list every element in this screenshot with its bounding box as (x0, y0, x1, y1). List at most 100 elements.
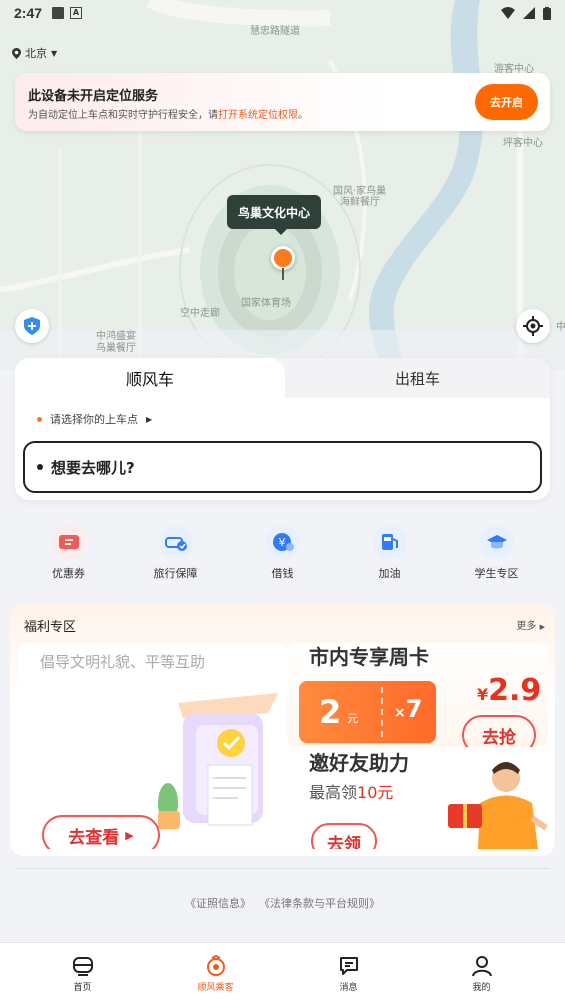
svg-text:¥: ¥ (278, 536, 285, 549)
service-label: 旅行保障 (153, 567, 198, 580)
city-name: 北京 (25, 47, 47, 60)
pickup-dot-icon (37, 416, 42, 422)
service-coupon[interactable]: 优惠券 (15, 525, 122, 585)
invite-sub-prefix: 最高领 (309, 783, 358, 802)
safety-shield-button[interactable] (15, 309, 49, 343)
service-shortcuts: 优惠券 旅行保障 ¥ 借钱 加油 学生专区 (15, 525, 550, 585)
home-car-icon (72, 957, 93, 976)
enable-location-button[interactable]: 去开启 (475, 84, 538, 120)
invite-sub-amount: 10元 (357, 783, 394, 802)
map-view[interactable]: 慧忠路隧道 游客中心 国风·家鸟巢 海鲜餐厅 空中走廊 国家体育场 中鸿盛宴 鸟… (0, 0, 565, 370)
weekly-pass-ticket: 2 元 ×7 (299, 681, 436, 743)
open-location-settings-link[interactable]: 打开系统定位权限 (218, 110, 298, 121)
destination-input[interactable]: 想要去哪儿? (23, 441, 542, 493)
pickup-selector[interactable]: 请选择你的上车点 ▶ (37, 411, 152, 427)
weekly-pass-price: ¥2.9 (477, 673, 541, 708)
claim-button[interactable]: 去领 (311, 823, 377, 849)
grab-button[interactable]: 去抢 (462, 715, 536, 747)
shield-plus-icon (24, 317, 40, 335)
map-pin-icon (271, 246, 295, 270)
map-pin-stem (282, 268, 284, 280)
chevron-right-icon: ▶ (146, 414, 153, 424)
promo-card-civility[interactable]: 倡导文明礼貌、平等互助 去查看 ▶ (18, 643, 288, 849)
legal-links: 《证照信息》 《法律条款与平台规则》 (0, 895, 565, 911)
city-selector[interactable]: 北京 ▼ (12, 45, 57, 61)
destination-placeholder: 想要去哪儿? (51, 458, 135, 477)
service-fuel[interactable]: 加油 (336, 525, 443, 585)
invite-headline: 邀好友助力 (309, 751, 409, 775)
ride-tabs: 顺风车 出租车 (15, 358, 550, 398)
wifi-icon (501, 7, 515, 19)
welfare-more-link[interactable]: 更多 ▶ (516, 617, 545, 632)
graduation-cap-icon (479, 525, 514, 559)
locate-me-button[interactable] (516, 309, 550, 343)
promo-card-invite[interactable]: 邀好友助力 最高领10元 去领 (287, 748, 548, 849)
notification-a-icon: A (70, 7, 83, 19)
person-gift-illustration (448, 762, 548, 849)
banner-description: 为自动定位上车点和实时守护行程安全，请打开系统定位权限。 (28, 106, 308, 121)
tab-taxi[interactable]: 出租车 (285, 358, 550, 398)
banner-title: 此设备未开启定位服务 (28, 89, 159, 104)
map-label-corridor: 空中走廊 (180, 308, 220, 319)
status-time: 2:47 (14, 5, 43, 21)
passenger-icon (206, 955, 225, 976)
car-shield-icon (158, 525, 193, 559)
destination-dot-icon (37, 464, 43, 470)
weekly-pass-headline: 市内专享周卡 (309, 645, 429, 669)
welfare-section: 福利专区 更多 ▶ 倡导文明礼貌、平等互助 去查看 ▶ 市内专享周卡 2 元 ×… (10, 603, 555, 856)
map-label-nest-restaurant: 鸟巢餐厅 (96, 343, 136, 354)
map-label-center: 坪客中心 (503, 138, 543, 149)
play-arrow-icon: ▶ (125, 828, 134, 842)
service-loan[interactable]: ¥ 借钱 (229, 525, 336, 585)
nav-label: 顺风乘客 (197, 983, 234, 993)
view-button[interactable]: 去查看 ▶ (42, 815, 160, 849)
nav-profile[interactable]: 我的 (415, 943, 548, 1004)
tab-carpool[interactable]: 顺风车 (15, 358, 285, 398)
nav-label: 我的 (472, 983, 491, 993)
pickup-prompt: 请选择你的上车点 (50, 413, 138, 426)
yuan-icon: ¥ (265, 525, 300, 559)
location-pin-icon (12, 47, 21, 59)
service-label: 加油 (378, 567, 401, 580)
nav-home[interactable]: 首页 (16, 943, 149, 1004)
nav-messages[interactable]: 消息 (282, 943, 415, 1004)
ride-request-card: 顺风车 出租车 请选择你的上车点 ▶ 想要去哪儿? (15, 358, 550, 500)
map-label-stadium: 国家体育场 (241, 298, 291, 309)
terms-link[interactable]: 《法律条款与平台规则》 (259, 895, 380, 911)
service-label: 借钱 (271, 567, 294, 580)
message-icon (339, 957, 358, 975)
promo-card-weekly-pass[interactable]: 市内专享周卡 2 元 ×7 ¥2.9 去抢 (287, 643, 548, 747)
pickup-point-tooltip[interactable]: 鸟巢文化中心 (227, 195, 322, 235)
service-student[interactable]: 学生专区 (443, 525, 550, 585)
view-button-label: 去查看 (68, 827, 120, 848)
status-bar: 2:47 A (0, 0, 565, 26)
coupon-icon (51, 525, 86, 559)
invite-subtitle: 最高领10元 (309, 779, 393, 803)
service-label: 学生专区 (474, 567, 519, 580)
nav-label: 消息 (339, 983, 358, 993)
map-label-restaurant2: 海鲜餐厅 (340, 197, 380, 208)
nav-passenger[interactable]: 顺风乘客 (149, 943, 282, 1004)
license-info-link[interactable]: 《证照信息》 (185, 895, 251, 911)
welfare-title: 福利专区 (24, 620, 77, 635)
ticket-value: 2 (319, 693, 342, 731)
profile-icon (471, 956, 492, 977)
map-graphics (0, 0, 565, 370)
banner-desc-text: 为自动定位上车点和实时守护行程安全，请 (28, 110, 218, 121)
service-travel-protection[interactable]: 旅行保障 (122, 525, 229, 585)
yen-symbol: ¥ (477, 685, 489, 704)
signal-icon (523, 7, 535, 19)
ticket-divider (381, 687, 383, 737)
section-divider (15, 868, 550, 869)
service-label: 优惠券 (52, 567, 85, 580)
price-value: 2.9 (488, 673, 542, 708)
notification-square-icon (52, 7, 65, 19)
battery-icon (543, 6, 551, 20)
banner-desc-end: 。 (298, 110, 308, 121)
nav-label: 首页 (73, 983, 92, 993)
chevron-down-icon: ▼ (51, 48, 58, 58)
ticket-multiplier: ×7 (394, 695, 422, 723)
bottom-navigation: 首页 顺风乘客 消息 我的 (0, 942, 565, 1004)
ticket-unit: 元 (347, 712, 359, 725)
more-label: 更多 (516, 621, 537, 632)
